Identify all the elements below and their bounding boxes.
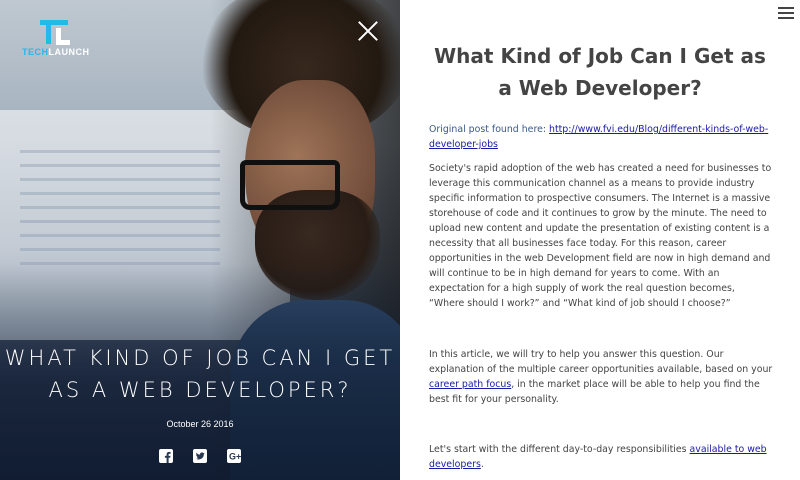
article-paragraph-3: Let's start with the different day-to-da… [429,442,773,472]
twitter-icon[interactable] [192,448,208,464]
hamburger-menu-icon[interactable] [778,7,794,19]
social-share-bar: G+ [158,448,242,466]
post-date: October 26 2016 [166,419,234,429]
google-plus-icon[interactable]: G+ [226,448,242,464]
close-icon[interactable] [357,20,379,42]
article-paragraph-1: Society's rapid adoption of the web has … [429,163,772,309]
original-post-label: Original post found here: [429,124,550,135]
site-logo[interactable]: TECHLAUNCH [22,20,94,60]
hero-panel: TECHLAUNCH WHAT KIND OF JOB CAN I GET AS… [0,0,400,480]
article-paragraph-2: In this article, we will try to help you… [429,347,773,407]
article-paragraph-2-text: In this article, we will try to help you… [429,349,773,375]
career-path-focus-link[interactable]: career path focus [429,379,511,390]
hero-overlay [0,0,400,480]
svg-text:G+: G+ [229,452,241,462]
original-post-paragraph: Original post found here: http://www.fvi… [429,122,773,152]
article-paragraph-3-text-end: . [480,459,484,470]
logo-text: TECHLAUNCH [22,47,90,57]
article-title: What Kind of Job Can I Get as a Web Deve… [434,44,766,100]
article-paragraph-3-text: Let's start with the different day-to-da… [429,444,690,455]
hero-title: WHAT KIND OF JOB CAN I GET AS A WEB DEVE… [4,346,396,402]
logo-mark-icon [40,20,70,46]
facebook-icon[interactable] [158,448,174,464]
